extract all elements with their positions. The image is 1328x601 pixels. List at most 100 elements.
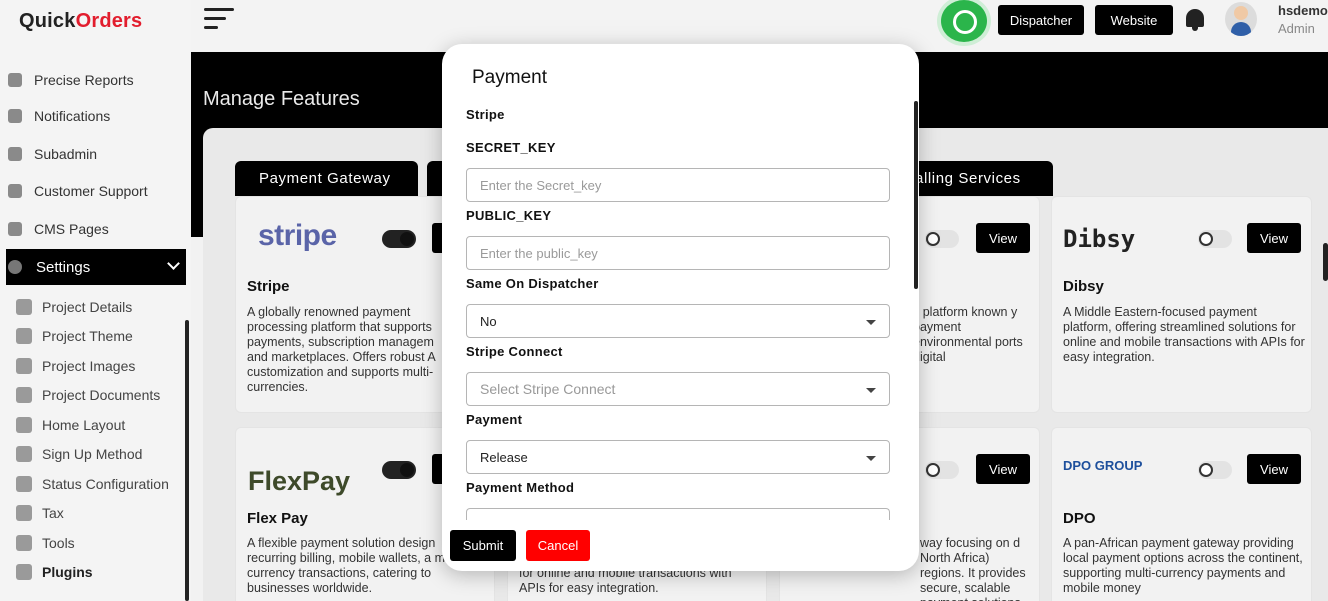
sidebar-subitem-label: Project Details <box>42 299 133 315</box>
page-scrollbar[interactable] <box>1323 243 1328 281</box>
tab-label: Payment Gateway <box>259 170 391 187</box>
modal-scrollbar[interactable] <box>914 101 918 289</box>
bell-icon <box>8 109 22 123</box>
avatar[interactable] <box>1225 2 1257 36</box>
sidebar-item-label: Settings <box>36 258 91 276</box>
sidebar-subitem-tools[interactable]: Tools <box>16 528 196 558</box>
users-icon <box>8 147 22 161</box>
public-key-input[interactable]: Enter the public_key <box>466 236 890 270</box>
plugin-icon <box>16 564 32 580</box>
signup-icon <box>16 446 32 462</box>
documents-icon <box>16 387 32 403</box>
sidebar-item-precise-reports[interactable]: Precise Reports <box>8 65 188 95</box>
sidebar-subitem-label: Home Layout <box>42 417 126 433</box>
user-role: Admin <box>1278 21 1315 36</box>
flexpay-logo: FlexPay <box>248 466 351 496</box>
feature-card-dpo: DPO GROUP View DPO A pan-African payment… <box>1051 427 1312 601</box>
select-value: No <box>480 313 497 329</box>
dispatcher-button[interactable]: Dispatcher <box>998 5 1084 35</box>
sidebar-subitem-label: Tools <box>42 535 75 551</box>
sidebar-subitem-label: Project Theme <box>42 328 133 344</box>
cancel-button[interactable]: Cancel <box>526 530 590 561</box>
sidebar-item-label: Subadmin <box>34 146 98 162</box>
payment-label: Payment <box>466 412 523 427</box>
sidebar-subitem-sign-up-method[interactable]: Sign Up Method <box>16 439 196 469</box>
feature-view-button[interactable]: View <box>976 223 1030 253</box>
report-icon <box>8 73 22 87</box>
card-name: Flex Pay <box>247 510 308 527</box>
tools-icon <box>16 535 32 551</box>
chat-icon <box>8 184 22 198</box>
sidebar-item-notifications[interactable]: Notifications <box>8 101 188 131</box>
same-on-dispatcher-select[interactable]: No <box>466 304 890 338</box>
card-name: Stripe <box>247 278 290 295</box>
sidebar-subitem-label: Project Documents <box>42 387 161 403</box>
secret-key-input[interactable]: Enter the Secret_key <box>466 168 890 202</box>
card-description: A Middle Eastern-focused payment platfor… <box>1063 305 1305 364</box>
sidebar-subitem-project-details[interactable]: Project Details <box>16 292 196 322</box>
sidebar-item-customer-support[interactable]: Customer Support <box>8 176 188 206</box>
tab-label: alling Services <box>915 170 1021 187</box>
dibsy-view-button[interactable]: View <box>1247 223 1301 253</box>
sidebar-scrollbar[interactable] <box>185 320 189 601</box>
dibsy-toggle[interactable] <box>1198 230 1232 248</box>
dpo-view-button[interactable]: View <box>1247 454 1301 484</box>
feature-view-button[interactable]: View <box>976 454 1030 484</box>
payment-method-select[interactable] <box>466 508 890 520</box>
feature-toggle[interactable] <box>925 230 959 248</box>
section-heading: Stripe <box>466 107 505 122</box>
page-title: Manage Features <box>203 88 360 110</box>
stripe-connect-label: Stripe Connect <box>466 344 563 359</box>
sidebar-item-cms-pages[interactable]: CMS Pages <box>8 214 188 244</box>
sidebar-subitem-project-images[interactable]: Project Images <box>16 351 196 381</box>
sidebar: QuickOrders Precise Reports Notification… <box>0 0 191 601</box>
sidebar-subitem-plugins[interactable]: Plugins <box>16 557 196 587</box>
stripe-logo: stripe <box>258 219 337 252</box>
sidebar-item-label: Precise Reports <box>34 72 134 88</box>
gear-icon <box>8 260 22 274</box>
card-description: A pan-African payment gateway providing … <box>1063 536 1303 595</box>
chevron-down-icon <box>167 257 180 270</box>
select-value: Release <box>480 449 528 465</box>
submit-button[interactable]: Submit <box>450 530 516 561</box>
tab-calling-services[interactable]: alling Services <box>905 161 1053 196</box>
sidebar-subitem-label: Status Configuration <box>42 476 169 492</box>
status-icon <box>16 476 32 492</box>
notification-bell-icon[interactable] <box>1184 7 1206 31</box>
logo-part2: Orders <box>75 10 143 32</box>
stripe-toggle[interactable] <box>382 230 416 248</box>
whatsapp-icon[interactable] <box>941 0 987 42</box>
feature-toggle[interactable] <box>925 461 959 479</box>
dpo-logo: DPO GROUP <box>1063 458 1143 473</box>
sidebar-subitem-label: Tax <box>42 505 64 521</box>
page-icon <box>8 222 22 236</box>
sidebar-subitem-project-documents[interactable]: Project Documents <box>16 380 196 410</box>
details-icon <box>16 299 32 315</box>
sidebar-subitem-label: Sign Up Method <box>42 446 143 462</box>
sidebar-subitem-project-theme[interactable]: Project Theme <box>16 321 196 351</box>
palette-icon <box>16 328 32 344</box>
chevron-down-icon <box>866 388 876 393</box>
sidebar-item-label: Notifications <box>34 108 111 124</box>
menu-toggle-icon[interactable] <box>204 8 234 30</box>
payment-select[interactable]: Release <box>466 440 890 474</box>
stripe-connect-select[interactable]: Select Stripe Connect <box>466 372 890 406</box>
sidebar-item-label: CMS Pages <box>34 221 109 237</box>
chevron-down-icon <box>866 320 876 325</box>
sidebar-item-subadmin[interactable]: Subadmin <box>8 139 188 169</box>
app-logo[interactable]: QuickOrders <box>19 10 142 33</box>
payment-method-label: Payment Method <box>466 480 575 495</box>
flexpay-toggle[interactable] <box>382 461 416 479</box>
modal-title: Payment <box>472 67 547 88</box>
sidebar-subitem-home-layout[interactable]: Home Layout <box>16 410 196 440</box>
sidebar-item-settings[interactable]: Settings <box>6 249 186 285</box>
tab-payment-gateway[interactable]: Payment Gateway <box>235 161 418 196</box>
select-placeholder: Select Stripe Connect <box>480 381 616 397</box>
sidebar-subitem-status-configuration[interactable]: Status Configuration <box>16 469 196 499</box>
sidebar-subitem-label: Plugins <box>42 564 93 580</box>
payment-modal: Payment Stripe SECRET_KEY Enter the Secr… <box>442 44 919 571</box>
sidebar-subitem-tax[interactable]: Tax <box>16 498 196 528</box>
card-description: c platform known y payment environmental… <box>913 305 1023 364</box>
website-button[interactable]: Website <box>1095 5 1173 35</box>
dpo-toggle[interactable] <box>1198 461 1232 479</box>
